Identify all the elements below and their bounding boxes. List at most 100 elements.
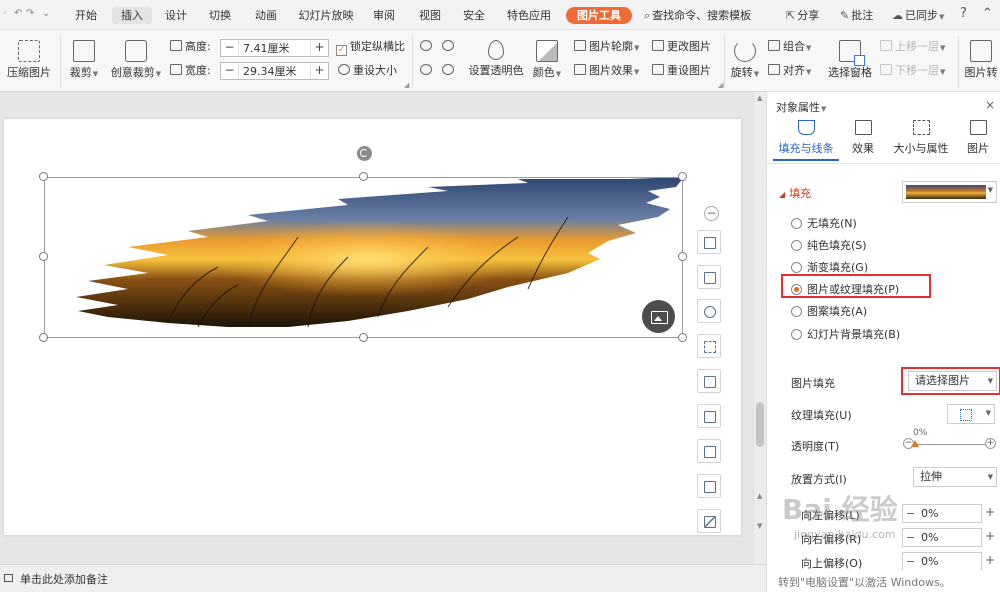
offset-right-increase-icon[interactable]: + bbox=[985, 529, 995, 543]
reset-picture-button[interactable]: 重设图片 bbox=[652, 63, 711, 79]
set-transparent-color-button[interactable]: 设置透明色 bbox=[466, 40, 526, 78]
scroll-up-icon[interactable]: ▲ bbox=[757, 94, 762, 102]
quick-access-dropdown-icon[interactable]: ⌄ bbox=[42, 8, 50, 19]
tab-picture-tools[interactable]: 图片工具 bbox=[566, 7, 632, 24]
scroll-prev-page-icon[interactable]: ▲ bbox=[757, 492, 762, 500]
transparency-increase-icon[interactable]: + bbox=[985, 438, 996, 449]
height-input[interactable] bbox=[241, 40, 308, 56]
crop-button[interactable]: 裁剪▼ bbox=[66, 40, 102, 80]
collapse-toolbar-icon[interactable]: − bbox=[704, 206, 719, 221]
radio-no-fill[interactable]: 无填充(N) bbox=[791, 215, 857, 231]
bring-forward-button[interactable]: 上移一层▼ bbox=[880, 39, 945, 56]
search-command[interactable]: ⌕ 查找命令、搜索模板 bbox=[644, 7, 762, 24]
align-button[interactable]: 对齐▼ bbox=[768, 63, 811, 80]
arrange-tool-icon[interactable] bbox=[697, 439, 721, 463]
pane-title[interactable]: 对象属性▼ bbox=[776, 99, 826, 115]
sync-button[interactable]: ☁ 已同步▼ bbox=[892, 7, 950, 24]
tab-start[interactable]: 开始 bbox=[70, 7, 102, 24]
brightness-up-button[interactable] bbox=[420, 39, 435, 55]
lock-aspect-checkbox[interactable]: ✓ 锁定纵横比 bbox=[336, 39, 405, 56]
fill-preview-dropdown[interactable]: ▼ bbox=[902, 181, 997, 203]
resize-handle-top-right[interactable] bbox=[678, 172, 687, 181]
tab-size-and-properties[interactable]: 大小与属性 bbox=[891, 120, 951, 156]
resize-handle-bottom-right[interactable] bbox=[678, 333, 687, 342]
texture-fill-dropdown[interactable]: ▼ bbox=[947, 404, 995, 424]
tab-animation[interactable]: 动画 bbox=[250, 7, 282, 24]
group-button[interactable]: 组合▼ bbox=[768, 39, 811, 56]
brightness-down-button[interactable] bbox=[442, 39, 457, 55]
selection-frame[interactable] bbox=[44, 177, 683, 338]
tab-design[interactable]: 设计 bbox=[160, 7, 192, 24]
radio-gradient-fill[interactable]: 渐变填充(G) bbox=[791, 259, 868, 275]
reset-size-button[interactable]: 重设大小 bbox=[338, 63, 397, 79]
height-increase-button[interactable]: + bbox=[310, 40, 328, 56]
rotate-button[interactable]: 旋转▼ bbox=[728, 40, 762, 80]
tab-slideshow[interactable]: 幻灯片放映 bbox=[296, 7, 356, 24]
vertical-scrollbar[interactable]: ▲ ▲ ▼ bbox=[753, 92, 766, 564]
width-decrease-button[interactable]: − bbox=[221, 63, 239, 79]
resize-handle-bottom-left[interactable] bbox=[39, 333, 48, 342]
width-input[interactable] bbox=[241, 63, 308, 79]
resize-handle-top[interactable] bbox=[359, 172, 368, 181]
notes-placeholder[interactable]: 单击此处添加备注 bbox=[20, 571, 108, 587]
transparency-slider-track[interactable] bbox=[913, 444, 989, 445]
transparency-slider-knob[interactable] bbox=[911, 440, 919, 447]
picture-outline-button[interactable]: 图片轮廓▼ bbox=[574, 39, 639, 56]
width-stepper[interactable]: − + bbox=[220, 62, 329, 80]
transparency-slider[interactable]: − 0% + bbox=[903, 428, 997, 450]
width-increase-button[interactable]: + bbox=[310, 63, 328, 79]
picture-dialog-launcher-icon[interactable]: ◢ bbox=[718, 81, 723, 89]
scroll-next-page-icon[interactable]: ▼ bbox=[757, 522, 762, 530]
color-button[interactable]: 颜色▼ bbox=[530, 40, 564, 80]
size-dialog-launcher-icon[interactable]: ◢ bbox=[404, 81, 409, 89]
selection-tool-icon[interactable] bbox=[697, 334, 721, 358]
slide-canvas[interactable]: − bbox=[4, 119, 741, 535]
scrollbar-thumb[interactable] bbox=[756, 402, 764, 447]
tab-picture[interactable]: 图片 bbox=[963, 120, 993, 156]
height-decrease-button[interactable]: − bbox=[221, 40, 239, 56]
fill-section-header[interactable]: ◢ 填充 bbox=[779, 185, 811, 201]
zoom-tool-icon[interactable] bbox=[697, 299, 721, 323]
send-backward-button[interactable]: 下移一层▼ bbox=[880, 63, 945, 80]
help-button[interactable]: ? bbox=[960, 6, 967, 21]
collapse-ribbon-button[interactable]: ⌃ bbox=[982, 6, 993, 21]
tab-insert[interactable]: 插入 bbox=[112, 7, 152, 24]
selection-pane-button[interactable]: 选择窗格 bbox=[826, 40, 874, 80]
radio-pattern-fill[interactable]: 图案填充(A) bbox=[791, 303, 867, 319]
notes-bar[interactable]: 单击此处添加备注 bbox=[0, 564, 766, 592]
picture-edit-tool-icon[interactable] bbox=[697, 474, 721, 498]
resize-handle-bottom[interactable] bbox=[359, 333, 368, 342]
resize-handle-right[interactable] bbox=[678, 252, 687, 261]
contrast-down-button[interactable] bbox=[442, 63, 457, 79]
picture-settings-tool-icon[interactable] bbox=[697, 404, 721, 428]
radio-solid-fill[interactable]: 纯色填充(S) bbox=[791, 237, 867, 253]
height-stepper[interactable]: − + bbox=[220, 39, 329, 57]
crop-tool-icon[interactable] bbox=[697, 230, 721, 254]
picture-effect-button[interactable]: 图片效果▼ bbox=[574, 63, 639, 80]
share-button[interactable]: ⇱ 分享 bbox=[786, 7, 830, 24]
offset-left-increase-icon[interactable]: + bbox=[985, 505, 995, 519]
menu-quick-dot[interactable]: ◦ bbox=[2, 8, 8, 19]
comment-button[interactable]: ✎ 批注 bbox=[840, 7, 884, 24]
placement-dropdown[interactable]: 拉伸 ▼ bbox=[913, 467, 997, 487]
tab-transition[interactable]: 切换 bbox=[204, 7, 236, 24]
resize-handle-left[interactable] bbox=[39, 252, 48, 261]
tab-effect[interactable]: 效果 bbox=[845, 120, 881, 156]
replace-picture-tool-icon[interactable] bbox=[697, 265, 721, 289]
resize-handle-top-left[interactable] bbox=[39, 172, 48, 181]
tab-review[interactable]: 审阅 bbox=[368, 7, 400, 24]
rotate-handle-icon[interactable] bbox=[357, 146, 372, 161]
creative-crop-button[interactable]: 创意裁剪▼ bbox=[108, 40, 164, 80]
close-icon[interactable]: × bbox=[985, 98, 995, 112]
tab-fill-and-line[interactable]: 填充与线条 bbox=[775, 120, 837, 156]
picture-quick-tool-icon[interactable] bbox=[642, 300, 675, 333]
picture-layout-tool-icon[interactable] bbox=[697, 369, 721, 393]
contrast-up-button[interactable] bbox=[420, 63, 435, 79]
tab-security[interactable]: 安全 bbox=[458, 7, 490, 24]
tab-special-apps[interactable]: 特色应用 bbox=[503, 7, 555, 24]
tab-view[interactable]: 视图 bbox=[414, 7, 446, 24]
redo-icon[interactable]: ↷ bbox=[26, 8, 34, 19]
compress-picture-button[interactable]: 压缩图片 bbox=[6, 40, 52, 80]
change-picture-button[interactable]: 更改图片 bbox=[652, 39, 711, 55]
picture-convert-button[interactable]: 图片转 bbox=[962, 40, 1000, 80]
